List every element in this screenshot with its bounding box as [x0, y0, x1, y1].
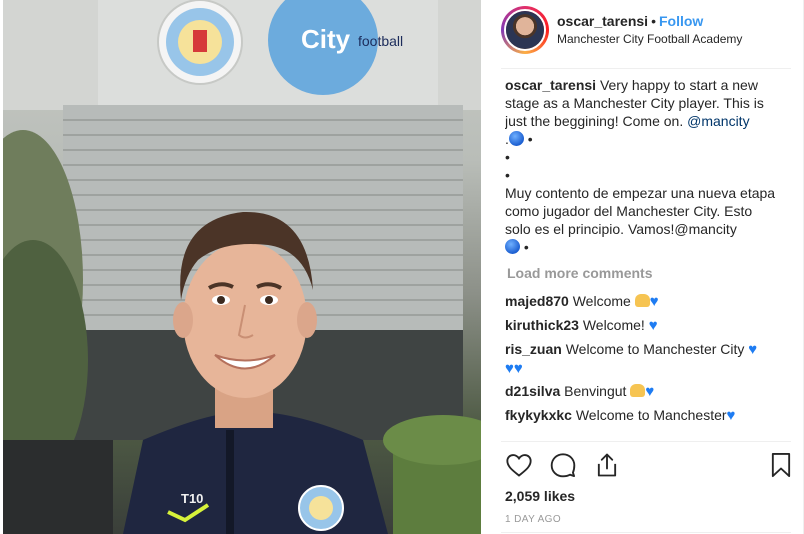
separator-dot: • [651, 13, 656, 29]
comment-item: d21silva Benvingut ♥ [505, 382, 781, 401]
comment-item: kiruthick23 Welcome! ♥ [505, 316, 781, 335]
mention-link[interactable]: @mancity [687, 113, 749, 129]
likes-count[interactable]: 2,059 likes [505, 488, 575, 504]
sign-text: City [301, 24, 351, 54]
heart-outline-icon [506, 454, 532, 477]
jersey-number: T10 [181, 491, 203, 506]
blue-circle-emoji-icon [505, 239, 520, 254]
bookmark-icon [771, 452, 791, 478]
caption-bullet: • [523, 239, 529, 255]
post-timestamp[interactable]: 1 DAY AGO [505, 514, 561, 525]
divider [501, 68, 791, 69]
comment-text: Welcome [572, 293, 631, 309]
caption-bullet: • [505, 149, 510, 165]
caption: oscar_tarensi Very happy to start a new … [505, 76, 781, 256]
blue-heart-emoji-icon: ♥ [726, 407, 736, 424]
avatar[interactable] [504, 9, 546, 51]
comment-username[interactable]: ris_zuan [505, 341, 562, 357]
divider [501, 441, 791, 442]
share-button[interactable] [593, 451, 621, 479]
caption-bullet: • [527, 131, 533, 147]
comment-bubble-icon [550, 453, 576, 478]
location-link[interactable]: Manchester City Football Academy [557, 32, 742, 46]
like-button[interactable] [505, 451, 533, 479]
comment-text: Welcome to Manchester [575, 407, 727, 423]
share-icon [597, 453, 617, 477]
comments-list[interactable]: oscar_tarensi Very happy to start a new … [505, 76, 781, 440]
comment-text: Welcome! [582, 317, 645, 333]
blue-heart-emoji-icon: ♥ [649, 293, 659, 310]
blue-heart-emoji-icon: ♥ [505, 360, 514, 377]
comment-item: fkykykxkc Welcome to Manchester♥ [505, 406, 781, 425]
follow-button[interactable]: Follow [659, 13, 703, 29]
comment-button[interactable] [549, 451, 577, 479]
blue-circle-emoji-icon [508, 131, 524, 146]
blue-heart-emoji-icon: ♥ [748, 341, 758, 358]
comment-item: ris_zuan Welcome to Manchester City ♥ ♥♥ [505, 340, 781, 378]
caption-username[interactable]: oscar_tarensi [505, 77, 596, 93]
comment-item: majed870 Welcome ♥ [505, 292, 781, 311]
story-ring[interactable] [501, 6, 549, 54]
caption-bullet: • [505, 167, 510, 183]
save-button[interactable] [767, 451, 795, 479]
post-sidebar: oscar_tarensi • Follow Manchester City Foo… [481, 0, 804, 534]
sign-subtext: football [358, 33, 403, 49]
comment-username[interactable]: majed870 [505, 293, 569, 309]
comment-text: Welcome to Manchester City [565, 341, 745, 357]
caption-text-es: Muy contento de empezar una nueva etapa … [505, 185, 776, 237]
post-photo[interactable]: City football T10 [3, 0, 481, 534]
action-bar [505, 451, 795, 479]
comment-username[interactable]: kiruthick23 [505, 317, 579, 333]
raised-hands-emoji-icon [630, 384, 646, 397]
post-header: oscar_tarensi • Follow Manchester City Foo… [501, 6, 791, 56]
username-row: oscar_tarensi • Follow [557, 13, 703, 29]
load-more-comments-button[interactable]: Load more comments [507, 264, 652, 282]
raised-hands-emoji-icon [634, 294, 650, 307]
blue-heart-emoji-icon: ♥ [648, 317, 658, 334]
blue-heart-emoji-icon: ♥ [645, 383, 655, 400]
post-username[interactable]: oscar_tarensi [557, 13, 648, 29]
comment-text: Benvingut [564, 383, 627, 399]
comment-username[interactable]: d21silva [505, 383, 560, 399]
blue-heart-emoji-icon: ♥ [513, 360, 523, 377]
divider [501, 532, 791, 533]
comment-username[interactable]: fkykykxkc [505, 407, 572, 423]
photo-illustration: City football T10 [3, 0, 481, 534]
